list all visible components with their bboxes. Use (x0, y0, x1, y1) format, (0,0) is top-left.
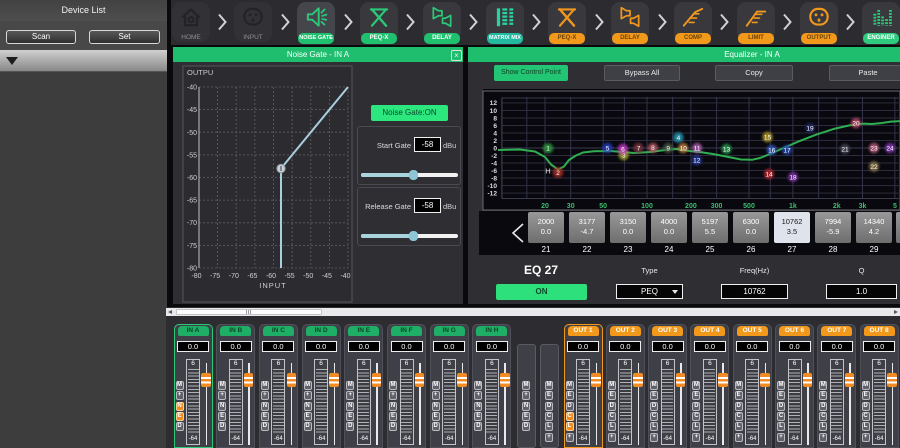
svg-text:19: 19 (806, 125, 814, 132)
svg-text:18: 18 (789, 174, 797, 181)
svg-text:-50: -50 (187, 130, 197, 137)
svg-text:-55: -55 (187, 152, 197, 159)
svg-text:7: 7 (637, 145, 641, 152)
svg-text:13: 13 (723, 146, 731, 153)
svg-text:-50: -50 (303, 273, 313, 280)
svg-text:6: 6 (621, 146, 625, 153)
svg-text:17: 17 (783, 147, 791, 154)
svg-text:-55: -55 (285, 273, 295, 280)
svg-text:12: 12 (490, 100, 498, 107)
svg-text:INPUT: INPUT (259, 281, 287, 290)
svg-text:23: 23 (870, 145, 878, 152)
svg-text:OUTPU: OUTPU (187, 68, 213, 77)
svg-text:-70: -70 (187, 220, 197, 227)
svg-text:-2: -2 (491, 153, 497, 160)
svg-text:6: 6 (493, 123, 497, 130)
svg-text:-80: -80 (187, 266, 197, 273)
svg-text:10: 10 (680, 145, 688, 152)
svg-text:-12: -12 (487, 190, 497, 197)
svg-text:100: 100 (641, 203, 653, 210)
svg-text:-45: -45 (187, 107, 197, 114)
svg-text:-45: -45 (322, 273, 332, 280)
svg-text:8: 8 (493, 115, 497, 122)
svg-text:20: 20 (541, 203, 549, 210)
svg-text:21: 21 (841, 146, 849, 153)
svg-text:22: 22 (870, 164, 878, 171)
svg-text:-70: -70 (229, 273, 239, 280)
svg-text:24: 24 (886, 145, 894, 152)
svg-text:2k: 2k (833, 203, 841, 210)
svg-text:11: 11 (694, 145, 701, 152)
svg-text:50: 50 (599, 203, 607, 210)
svg-text:-6: -6 (491, 168, 497, 175)
svg-text:10: 10 (490, 108, 498, 115)
svg-text:15: 15 (764, 134, 772, 141)
svg-text:1k: 1k (789, 203, 797, 210)
svg-text:14: 14 (765, 171, 773, 178)
svg-text:-40: -40 (187, 85, 197, 92)
svg-text:3k: 3k (859, 203, 867, 210)
svg-text:1: 1 (546, 146, 550, 153)
svg-text:4: 4 (493, 130, 497, 137)
svg-text:8: 8 (651, 145, 655, 152)
svg-text:-8: -8 (491, 175, 497, 182)
svg-text:12: 12 (693, 158, 701, 165)
svg-text:16: 16 (768, 147, 776, 154)
svg-text:-80: -80 (191, 273, 201, 280)
svg-text:-65: -65 (247, 273, 257, 280)
svg-text:-75: -75 (210, 273, 220, 280)
svg-text:2: 2 (556, 170, 560, 177)
svg-text:-60: -60 (187, 175, 197, 182)
svg-text:-75: -75 (187, 243, 197, 250)
svg-text:20: 20 (852, 120, 860, 127)
svg-text:0: 0 (493, 145, 497, 152)
svg-text:30: 30 (567, 203, 575, 210)
svg-text:H: H (545, 166, 550, 175)
svg-text:500: 500 (743, 203, 755, 210)
svg-text:4: 4 (677, 135, 681, 142)
svg-text:5: 5 (606, 145, 610, 152)
svg-text:-65: -65 (187, 198, 197, 205)
svg-text:-4: -4 (491, 160, 497, 167)
svg-text:2: 2 (493, 138, 497, 145)
svg-text:5: 5 (893, 203, 897, 210)
svg-text:300: 300 (711, 203, 723, 210)
svg-text:200: 200 (685, 203, 697, 210)
svg-text:-60: -60 (266, 273, 276, 280)
svg-text:-10: -10 (487, 183, 497, 190)
svg-text:-40: -40 (340, 273, 350, 280)
svg-text:9: 9 (666, 145, 670, 152)
